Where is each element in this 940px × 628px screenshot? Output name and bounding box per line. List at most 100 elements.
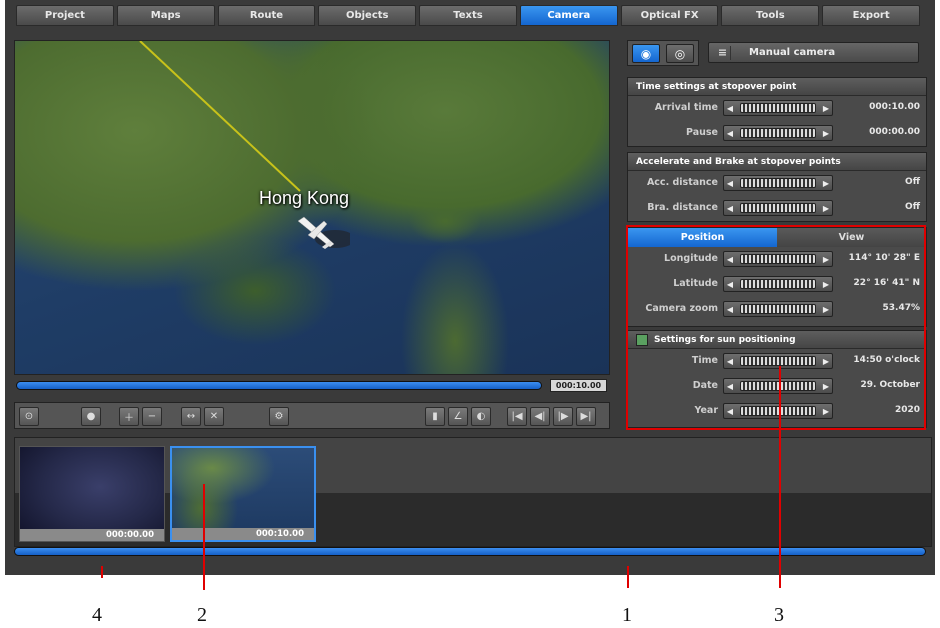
sun-title: Settings for sun positioning xyxy=(654,335,796,345)
tab-position[interactable]: Position xyxy=(628,228,777,247)
row-label: Acc. distance xyxy=(646,177,718,188)
sun-settings-section: Settings for sun positioning Time ◀ ▶ 14:… xyxy=(627,330,927,428)
tab-route[interactable]: Route xyxy=(217,5,316,26)
arrow-right-icon[interactable]: ▶ xyxy=(820,305,832,314)
bra-distance-row: Bra. distance ◀ ▶ Off xyxy=(628,196,926,221)
arrival-time-slider[interactable]: ◀ ▶ xyxy=(723,100,833,116)
tab-view[interactable]: View xyxy=(777,228,926,247)
arrow-right-icon[interactable]: ▶ xyxy=(820,407,832,416)
skip-end-icon[interactable]: ▶| xyxy=(576,407,596,426)
row-value: 2020 xyxy=(894,405,920,415)
globe-icon[interactable]: ◐ xyxy=(471,407,491,426)
slider-wheel[interactable] xyxy=(740,304,816,314)
step-back-icon[interactable]: ◀| xyxy=(530,407,550,426)
camera-move-icon[interactable]: ↔ xyxy=(181,407,201,426)
longitude-slider[interactable]: ◀ ▶ xyxy=(723,251,833,267)
arrow-left-icon[interactable]: ◀ xyxy=(724,382,736,391)
sun-date-row: Date ◀ ▶ 29. October xyxy=(628,374,926,399)
time-settings-section: Time settings at stopover point Arrival … xyxy=(627,77,927,147)
keyframe-time: 000:10.00 xyxy=(172,528,314,540)
camera-delete-icon[interactable]: ✕ xyxy=(204,407,224,426)
slider-wheel[interactable] xyxy=(740,254,816,264)
arrow-left-icon[interactable]: ◀ xyxy=(724,179,736,188)
slider-wheel[interactable] xyxy=(740,203,816,213)
keyframe-timeline: 000:00.00 000:10.00 xyxy=(14,437,932,547)
acc-distance-slider[interactable]: ◀ ▶ xyxy=(723,175,833,191)
arrow-right-icon[interactable]: ▶ xyxy=(820,204,832,213)
camera-remove-icon[interactable]: − xyxy=(142,407,162,426)
longitude-row: Longitude ◀ ▶ 114° 10' 28" E xyxy=(628,247,926,272)
row-label: Longitude xyxy=(664,253,718,264)
playback-progress-bar[interactable] xyxy=(16,381,542,390)
arrow-right-icon[interactable]: ▶ xyxy=(820,179,832,188)
slider-wheel[interactable] xyxy=(740,178,816,188)
tab-export[interactable]: Export xyxy=(822,5,921,26)
sun-checkbox[interactable] xyxy=(636,333,648,346)
acc-distance-row: Acc. distance ◀ ▶ Off xyxy=(628,171,926,196)
camera-zoom-slider[interactable]: ◀ ▶ xyxy=(723,301,833,317)
map-preview[interactable]: Hong Kong xyxy=(14,40,610,375)
accel-brake-section: Accelerate and Brake at stopover points … xyxy=(627,152,927,222)
thermometer-icon[interactable]: ▮ xyxy=(425,407,445,426)
slider-wheel[interactable] xyxy=(740,128,816,138)
tab-project[interactable]: Project xyxy=(16,5,114,26)
arrow-left-icon[interactable]: ◀ xyxy=(724,280,736,289)
arrow-left-icon[interactable]: ◀ xyxy=(724,305,736,314)
callout-number: 4 xyxy=(92,604,102,626)
skip-start-icon[interactable]: |◀ xyxy=(507,407,527,426)
arrow-right-icon[interactable]: ▶ xyxy=(820,104,832,113)
position-section: Position View Longitude ◀ ▶ 114° 10' 28" … xyxy=(627,227,927,327)
arrow-left-icon[interactable]: ◀ xyxy=(724,255,736,264)
arrow-right-icon[interactable]: ▶ xyxy=(820,255,832,264)
slider-wheel[interactable] xyxy=(740,103,816,113)
arrow-left-icon[interactable]: ◀ xyxy=(724,204,736,213)
list-icon: ≡ xyxy=(715,46,731,60)
tab-tools[interactable]: Tools xyxy=(721,5,820,26)
bra-distance-slider[interactable]: ◀ ▶ xyxy=(723,200,833,216)
target-icon[interactable]: ⊙ xyxy=(19,407,39,426)
slider-wheel[interactable] xyxy=(740,406,816,416)
sun-date-slider[interactable]: ◀ ▶ xyxy=(723,378,833,394)
latitude-slider[interactable]: ◀ ▶ xyxy=(723,276,833,292)
arrow-left-icon[interactable]: ◀ xyxy=(724,407,736,416)
keyframe-thumbnail[interactable]: 000:00.00 xyxy=(19,446,165,542)
tab-optical-fx[interactable]: Optical FX xyxy=(620,5,719,26)
slider-wheel[interactable] xyxy=(740,279,816,289)
callout-number: 1 xyxy=(622,604,632,626)
camera-add-icon[interactable]: ＋ xyxy=(119,407,139,426)
arrow-left-icon[interactable]: ◀ xyxy=(724,129,736,138)
pause-slider[interactable]: ◀ ▶ xyxy=(723,125,833,141)
arrow-right-icon[interactable]: ▶ xyxy=(820,382,832,391)
tab-objects[interactable]: Objects xyxy=(318,5,417,26)
camera-settings-icon[interactable]: ⚙ xyxy=(269,407,289,426)
arrow-right-icon[interactable]: ▶ xyxy=(820,129,832,138)
sun-time-slider[interactable]: ◀ ▶ xyxy=(723,353,833,369)
airplane-icon[interactable] xyxy=(290,211,350,261)
sun-year-slider[interactable]: ◀ ▶ xyxy=(723,403,833,419)
camera-record-icon[interactable]: ● xyxy=(81,407,101,426)
arrow-left-icon[interactable]: ◀ xyxy=(724,104,736,113)
row-label: Camera zoom xyxy=(645,303,718,314)
slider-wheel[interactable] xyxy=(740,356,816,366)
keyframe-thumbnail-selected[interactable]: 000:10.00 xyxy=(170,446,316,542)
position-view-tabs: Position View xyxy=(628,228,926,247)
timeline-scrollbar[interactable] xyxy=(14,547,926,556)
tab-texts[interactable]: Texts xyxy=(419,5,517,26)
row-value: Off xyxy=(905,177,920,187)
camera-mode-buttons: ◉ ◎ xyxy=(627,40,699,66)
tab-camera[interactable]: Camera xyxy=(519,5,618,26)
row-value: 29. October xyxy=(860,380,920,390)
tab-maps[interactable]: Maps xyxy=(116,5,215,26)
step-forward-icon[interactable]: |▶ xyxy=(553,407,573,426)
arrow-left-icon[interactable]: ◀ xyxy=(724,357,736,366)
angle-icon[interactable]: ∠ xyxy=(448,407,468,426)
slider-wheel[interactable] xyxy=(740,381,816,391)
row-label: Latitude xyxy=(673,278,718,289)
camera-alt-icon[interactable]: ◎ xyxy=(666,44,694,63)
row-value: 114° 10' 28" E xyxy=(848,253,920,263)
arrow-right-icon[interactable]: ▶ xyxy=(820,280,832,289)
camera-mode-dropdown[interactable]: ≡ Manual camera xyxy=(708,42,919,63)
camera-icon[interactable]: ◉ xyxy=(632,44,660,63)
arrow-right-icon[interactable]: ▶ xyxy=(820,357,832,366)
app-window: Project Maps Route Objects Texts Camera … xyxy=(0,0,940,628)
